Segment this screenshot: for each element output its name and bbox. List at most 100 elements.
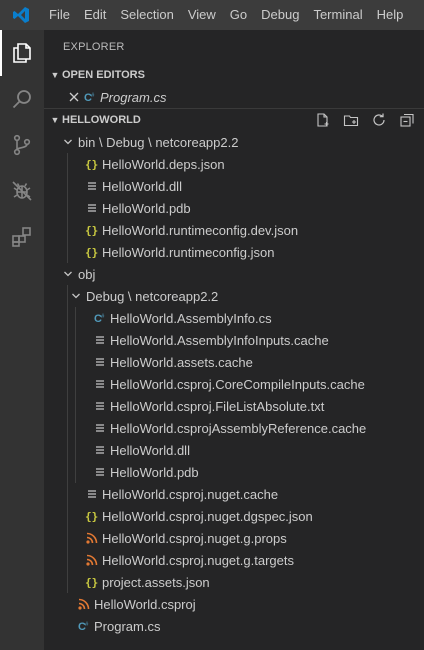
- tree-file[interactable]: {} HelloWorld.runtimeconfig.json: [44, 241, 424, 263]
- menu-file[interactable]: File: [42, 0, 77, 30]
- tree-file[interactable]: HelloWorld.csproj.nuget.g.targets: [44, 549, 424, 571]
- tree-file[interactable]: HelloWorld.csprojAssemblyReference.cache: [44, 417, 424, 439]
- extensions-icon[interactable]: [0, 214, 44, 260]
- text-file-icon: [92, 417, 108, 439]
- tree-file[interactable]: HelloWorld.AssemblyInfoInputs.cache: [44, 329, 424, 351]
- text-file-icon: [92, 461, 108, 483]
- twistie-spacer: [76, 461, 92, 483]
- menu-help[interactable]: Help: [370, 0, 411, 30]
- file-name: HelloWorld.runtimeconfig.dev.json: [102, 222, 299, 238]
- tree-file[interactable]: HelloWorld.csproj.nuget.g.props: [44, 527, 424, 549]
- indent-guide: [67, 307, 68, 329]
- svg-text:{}: {}: [85, 510, 98, 523]
- json-file-icon: {}: [84, 571, 100, 593]
- file-name: HelloWorld.csproj.nuget.g.props: [102, 530, 287, 546]
- close-icon[interactable]: [66, 86, 82, 108]
- xml-file-icon: [84, 527, 100, 549]
- svg-text:{}: {}: [85, 246, 98, 259]
- activity-bar: [0, 30, 44, 650]
- csharp-file-icon: C #: [82, 86, 98, 108]
- menu-selection[interactable]: Selection: [113, 0, 180, 30]
- chevron-down-icon[interactable]: [60, 263, 76, 285]
- tree-file[interactable]: HelloWorld.csproj.FileListAbsolute.txt: [44, 395, 424, 417]
- indent-guide: [67, 285, 68, 307]
- new-file-icon[interactable]: [312, 109, 334, 131]
- tree-file[interactable]: C # HelloWorld.AssemblyInfo.cs: [44, 307, 424, 329]
- menu-view[interactable]: View: [181, 0, 223, 30]
- menu-debug[interactable]: Debug: [254, 0, 306, 30]
- tree-file[interactable]: {} HelloWorld.csproj.nuget.dgspec.json: [44, 505, 424, 527]
- chevron-down-icon: ▼: [50, 70, 60, 80]
- tree-file[interactable]: {} project.assets.json: [44, 571, 424, 593]
- tree-file[interactable]: HelloWorld.assets.cache: [44, 351, 424, 373]
- indent-guide: [75, 461, 76, 483]
- file-name: HelloWorld.pdb: [110, 464, 199, 480]
- text-file-icon: [84, 175, 100, 197]
- chevron-down-icon[interactable]: [60, 131, 76, 153]
- indent-guide: [67, 219, 68, 241]
- indent-guide: [67, 329, 68, 351]
- tree-file[interactable]: HelloWorld.csproj.CoreCompileInputs.cach…: [44, 373, 424, 395]
- indent-guide: [67, 175, 68, 197]
- file-name: HelloWorld.csproj.nuget.g.targets: [102, 552, 294, 568]
- file-name: HelloWorld.runtimeconfig.json: [102, 244, 275, 260]
- file-name: HelloWorld.AssemblyInfo.cs: [110, 310, 272, 326]
- indent-guide: [75, 439, 76, 461]
- file-name: HelloWorld.pdb: [102, 200, 191, 216]
- file-name: project.assets.json: [102, 574, 210, 590]
- tree-file[interactable]: {} HelloWorld.runtimeconfig.dev.json: [44, 219, 424, 241]
- chevron-down-icon: ▼: [50, 115, 60, 125]
- tree-file[interactable]: C # Program.cs: [44, 615, 424, 637]
- file-name: Program.cs: [100, 89, 167, 105]
- source-control-icon[interactable]: [0, 122, 44, 168]
- tree-file[interactable]: HelloWorld.pdb: [44, 461, 424, 483]
- twistie-spacer: [76, 373, 92, 395]
- menu-edit[interactable]: Edit: [77, 0, 113, 30]
- twistie-spacer: [68, 549, 84, 571]
- tree-folder[interactable]: bin \ Debug \ netcoreapp2.2: [44, 131, 424, 153]
- debug-icon[interactable]: [0, 168, 44, 214]
- explorer-sidebar: EXPLORER ▼ OPEN EDITORS C # Program.cs ▼ …: [44, 30, 424, 650]
- tree-folder[interactable]: obj: [44, 263, 424, 285]
- text-file-icon: [92, 329, 108, 351]
- indent-guide: [67, 439, 68, 461]
- svg-text:{}: {}: [85, 576, 98, 589]
- tree-file[interactable]: {} HelloWorld.deps.json: [44, 153, 424, 175]
- file-tree: bin \ Debug \ netcoreapp2.2 {} HelloWorld.…: [44, 131, 424, 637]
- search-icon[interactable]: [0, 76, 44, 122]
- tree-file[interactable]: HelloWorld.dll: [44, 175, 424, 197]
- twistie-spacer: [68, 241, 84, 263]
- chevron-down-icon[interactable]: [68, 285, 84, 307]
- svg-text:#: #: [101, 314, 105, 320]
- indent-guide: [75, 417, 76, 439]
- menu-go[interactable]: Go: [223, 0, 254, 30]
- explorer-icon[interactable]: [0, 30, 44, 76]
- indent-guide: [75, 395, 76, 417]
- collapse-all-icon[interactable]: [396, 109, 418, 131]
- tree-folder[interactable]: Debug \ netcoreapp2.2: [44, 285, 424, 307]
- tree-file[interactable]: HelloWorld.csproj.nuget.cache: [44, 483, 424, 505]
- tree-file[interactable]: HelloWorld.csproj: [44, 593, 424, 615]
- indent-guide: [67, 153, 68, 175]
- refresh-icon[interactable]: [368, 109, 390, 131]
- twistie-spacer: [68, 527, 84, 549]
- xml-file-icon: [84, 549, 100, 571]
- csharp-file-icon: C #: [76, 615, 92, 637]
- open-editors-header[interactable]: ▼ OPEN EDITORS: [44, 64, 424, 86]
- new-folder-icon[interactable]: [340, 109, 362, 131]
- json-file-icon: {}: [84, 505, 100, 527]
- json-file-icon: {}: [84, 241, 100, 263]
- twistie-spacer: [68, 197, 84, 219]
- menu-terminal[interactable]: Terminal: [306, 0, 369, 30]
- helloworld-folder-header[interactable]: ▼ HELLOWORLD: [44, 108, 424, 131]
- tree-file[interactable]: HelloWorld.pdb: [44, 197, 424, 219]
- indent-guide: [67, 417, 68, 439]
- indent-guide: [67, 395, 68, 417]
- indent-guide: [67, 461, 68, 483]
- open-editor-item[interactable]: C # Program.cs: [44, 86, 424, 108]
- twistie-spacer: [68, 571, 84, 593]
- svg-text:#: #: [85, 622, 89, 628]
- tree-file[interactable]: HelloWorld.dll: [44, 439, 424, 461]
- sidebar-title: EXPLORER: [63, 41, 125, 53]
- folder-actions: [312, 109, 418, 131]
